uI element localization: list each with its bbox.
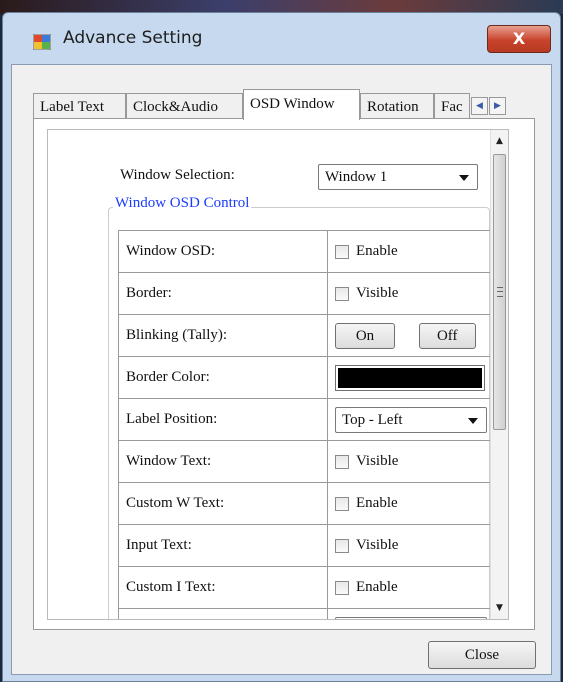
- dialog-client-area: Label Text Clock&Audio OSD Window Rotati…: [11, 64, 552, 675]
- table-row-label-position: Label Position: Top - Left: [118, 398, 495, 441]
- window-selection-label: Window Selection:: [120, 167, 235, 183]
- tab-rotation[interactable]: Rotation: [360, 93, 434, 119]
- tab-scroll-right-icon[interactable]: ▶: [489, 97, 506, 115]
- checkbox-label: Enable: [356, 579, 398, 595]
- close-button[interactable]: Close: [428, 641, 536, 669]
- osd-window-tab-page: Window Selection: Window 1 Window OSD Co…: [33, 118, 535, 630]
- checkbox-icon[interactable]: [335, 538, 349, 553]
- label-position-cell: Top - Left: [327, 398, 495, 441]
- osd-settings-table: Window OSD: Enable Border: Visible Blink…: [118, 230, 495, 619]
- table-row-partial: [118, 608, 495, 619]
- scroll-down-icon[interactable]: ▼: [491, 599, 508, 617]
- checkbox-icon[interactable]: [335, 496, 349, 511]
- blinking-controls: On Off: [327, 314, 495, 357]
- window-osd-enable-checkbox[interactable]: Enable: [327, 230, 495, 273]
- color-fill: [338, 367, 482, 388]
- blinking-off-button[interactable]: Off: [418, 322, 476, 349]
- row-label-empty: [118, 608, 328, 619]
- tab-fac[interactable]: Fac: [434, 93, 470, 119]
- border-visible-checkbox[interactable]: Visible: [327, 272, 495, 315]
- tab-osd-window[interactable]: OSD Window: [243, 89, 360, 120]
- row-label: Label Position:: [118, 398, 328, 441]
- table-row-window-osd: Window OSD: Enable: [118, 230, 495, 273]
- row-label: Custom I Text:: [118, 566, 328, 609]
- row-label: Window OSD:: [118, 230, 328, 273]
- checkbox-icon[interactable]: [335, 286, 349, 301]
- label-position-dropdown[interactable]: Top - Left: [335, 406, 487, 433]
- input-text-visible-checkbox[interactable]: Visible: [327, 524, 495, 567]
- custom-w-text-enable-checkbox[interactable]: Enable: [327, 482, 495, 525]
- window-close-button[interactable]: X: [487, 25, 551, 53]
- scroll-up-icon[interactable]: ▲: [491, 132, 508, 150]
- tab-label-text[interactable]: Label Text: [33, 93, 126, 119]
- border-color-cell: [327, 356, 495, 399]
- window-title: Advance Setting: [63, 28, 203, 48]
- window-selection-dropdown[interactable]: Window 1: [318, 164, 478, 190]
- table-row-custom-i-text: Custom I Text: Enable: [118, 566, 495, 609]
- table-row-border-color: Border Color:: [118, 356, 495, 399]
- table-row-custom-w-text: Custom W Text: Enable: [118, 482, 495, 525]
- chevron-down-icon: [459, 175, 469, 181]
- custom-i-text-enable-checkbox[interactable]: Enable: [327, 566, 495, 609]
- checkbox-icon[interactable]: [335, 244, 349, 259]
- scrollbar-thumb[interactable]: [493, 154, 506, 430]
- checkbox-label: Visible: [356, 537, 399, 553]
- title-bar[interactable]: Advance Setting X: [3, 13, 560, 61]
- row-label: Window Text:: [118, 440, 328, 483]
- table-row-input-text: Input Text: Visible: [118, 524, 495, 567]
- tab-clock-audio[interactable]: Clock&Audio: [126, 93, 243, 119]
- table-row-blinking: Blinking (Tally): On Off: [118, 314, 495, 357]
- vertical-scrollbar[interactable]: ▲ ▼: [490, 130, 508, 619]
- row-label: Blinking (Tally):: [118, 314, 328, 357]
- row-label: Custom W Text:: [118, 482, 328, 525]
- label-position-value: Top - Left: [342, 411, 403, 428]
- partial-dropdown[interactable]: [335, 616, 487, 619]
- checkbox-icon[interactable]: [335, 580, 349, 595]
- table-row-window-text: Window Text: Visible: [118, 440, 495, 483]
- checkbox-icon[interactable]: [335, 454, 349, 469]
- row-label: Border:: [118, 272, 328, 315]
- border-color-swatch[interactable]: [335, 364, 485, 391]
- checkbox-label: Visible: [356, 453, 399, 469]
- checkbox-label: Visible: [356, 285, 399, 301]
- osd-scroll-panel: Window Selection: Window 1 Window OSD Co…: [47, 129, 509, 620]
- tab-scroll-left-icon[interactable]: ◀: [471, 97, 488, 115]
- grip-icon: [497, 287, 503, 297]
- window-selection-value: Window 1: [325, 169, 388, 185]
- group-title: Window OSD Control: [113, 195, 252, 212]
- blinking-on-button[interactable]: On: [335, 322, 395, 349]
- table-row-border: Border: Visible: [118, 272, 495, 315]
- app-window-icon: [33, 34, 51, 50]
- partial-control-cell: [327, 608, 495, 619]
- chevron-down-icon: [468, 417, 478, 424]
- row-label: Border Color:: [118, 356, 328, 399]
- advance-setting-dialog: Advance Setting X Label Text Clock&Audio…: [2, 12, 561, 682]
- row-label: Input Text:: [118, 524, 328, 567]
- checkbox-label: Enable: [356, 495, 398, 511]
- window-text-visible-checkbox[interactable]: Visible: [327, 440, 495, 483]
- checkbox-label: Enable: [356, 243, 398, 259]
